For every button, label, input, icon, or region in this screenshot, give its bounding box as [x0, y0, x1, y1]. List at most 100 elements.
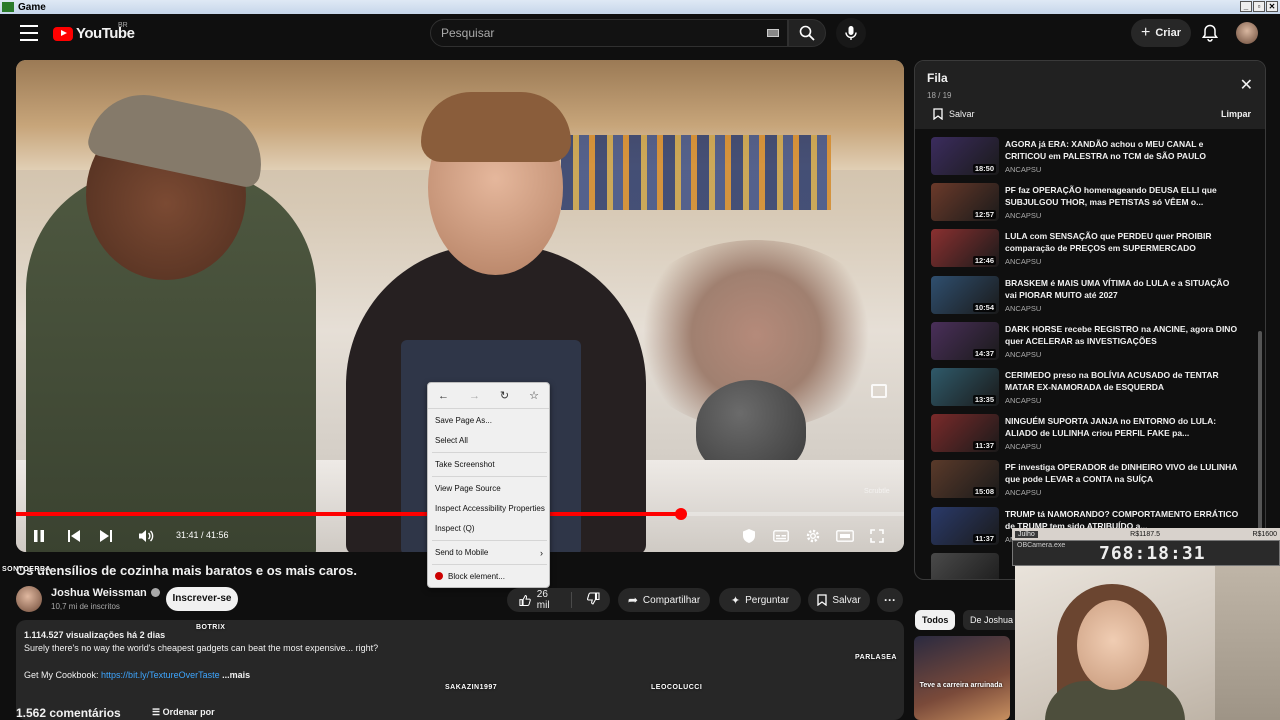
notifications-bell-icon[interactable] — [1199, 22, 1221, 44]
menu-item-take-screenshot[interactable]: Take Screenshot — [435, 458, 547, 472]
like-count: 26 mil — [536, 589, 550, 611]
back-arrow-icon[interactable]: ← — [438, 390, 449, 402]
verified-icon — [150, 588, 160, 597]
queue-scrollbar[interactable] — [1258, 331, 1262, 531]
description-box[interactable]: 1.114.527 visualizações há 2 dias Surely… — [16, 620, 904, 720]
camera-window-label: OBCamera.exe — [1017, 542, 1066, 549]
menu-item-inspect-accessibility[interactable]: Inspect Accessibility Properties — [435, 502, 547, 516]
chip-all[interactable]: Todos — [915, 610, 956, 630]
queue-clear-button[interactable]: Limpar — [1221, 109, 1251, 119]
close-window-button[interactable]: ✕ — [1266, 1, 1278, 12]
share-arrow-icon: ➦ — [627, 593, 638, 607]
miniplayer-icon[interactable] — [871, 384, 887, 398]
next-icon[interactable] — [95, 525, 117, 547]
show-more-link[interactable]: ...mais — [222, 670, 250, 680]
keyboard-icon[interactable] — [767, 29, 779, 37]
subscribe-button[interactable]: Inscrever-se — [166, 587, 238, 611]
queue-save-button[interactable]: Salvar — [933, 108, 975, 120]
sort-label: Ordenar por — [162, 707, 215, 717]
sponsor-shield-icon[interactable] — [738, 525, 760, 547]
voice-search-button[interactable] — [836, 18, 866, 48]
chip-from-channel[interactable]: De Joshua — [963, 610, 1021, 630]
hamburger-menu-icon[interactable] — [20, 25, 38, 41]
chat-overlay-name: BOTRIX — [196, 624, 226, 631]
stream-user: Julho — [1015, 530, 1038, 538]
queue-item[interactable]: 12:57 PF faz OPERAÇÃO homenageando DEUSA … — [931, 183, 1251, 227]
queue-thumbnail: 41:57 — [931, 552, 999, 579]
menu-item-save-page[interactable]: Save Page As... — [435, 414, 547, 428]
queue-thumbnail: 18:50 — [931, 137, 999, 175]
recommended-short[interactable]: Teve a carreira arruinada — [914, 636, 1010, 720]
bookmark-star-icon[interactable]: ☆ — [529, 389, 539, 402]
queue-item-channel: ANCAPSU — [1005, 257, 1042, 267]
description-cookbook: Get My Cookbook: https://bit.ly/TextureO… — [24, 670, 250, 680]
dislike-button[interactable] — [577, 592, 610, 608]
reload-icon[interactable]: ↻ — [500, 389, 509, 402]
search-input[interactable] — [431, 20, 751, 46]
save-bookmark-icon — [933, 108, 943, 120]
progress-fill — [16, 512, 682, 516]
stream-money-left: R$1187.5 — [1130, 530, 1161, 538]
queue-item[interactable]: 13:35 CERIMEDO preso na BOLÍVIA ACUSADO d… — [931, 368, 1251, 412]
save-bookmark-icon — [817, 594, 827, 606]
ask-button[interactable]: ✦ Perguntar — [719, 588, 801, 612]
forward-arrow-icon[interactable]: → — [469, 390, 480, 402]
menu-separator — [432, 540, 547, 541]
menu-item-send-to-mobile[interactable]: Send to Mobile › — [435, 546, 547, 560]
save-video-button[interactable]: Salvar — [808, 588, 870, 612]
previous-icon[interactable] — [63, 525, 85, 547]
like-button[interactable]: 26 mil — [507, 589, 572, 611]
menu-item-block-element[interactable]: Block element... — [435, 570, 547, 584]
cookbook-prefix: Get My Cookbook: — [24, 670, 102, 680]
more-actions-button[interactable]: ··· — [877, 588, 903, 612]
search-button[interactable] — [788, 19, 826, 47]
logo-region: BR — [118, 22, 128, 29]
more-dots-icon: ··· — [884, 593, 896, 607]
channel-avatar[interactable] — [16, 586, 42, 612]
block-element-label: Block element... — [448, 572, 505, 581]
youtube-logo[interactable]: YouTube BR — [53, 22, 135, 42]
queue-title: Fila — [927, 71, 948, 85]
queue-item[interactable]: 14:37 DARK HORSE recebe REGISTRO na ANCIN… — [931, 321, 1251, 366]
description-text: Surely there's no way the world's cheape… — [24, 643, 379, 653]
maximize-button[interactable]: ▫ — [1253, 1, 1265, 12]
queue-item[interactable]: 11:37 NINGUÉM SUPORTA JANJA no ENTORNO do… — [931, 414, 1251, 458]
progress-scrubber[interactable] — [675, 508, 688, 520]
menu-separator — [432, 564, 547, 565]
send-to-mobile-label: Send to Mobile — [435, 548, 489, 557]
video-title: Os utensílios de cozinha mais baratos e … — [16, 563, 358, 578]
subtitles-icon[interactable] — [770, 525, 792, 547]
menu-item-view-source[interactable]: View Page Source — [435, 482, 547, 496]
minimize-button[interactable]: _ — [1240, 1, 1252, 12]
account-avatar[interactable] — [1236, 22, 1258, 44]
close-icon[interactable]: ✕ — [1240, 75, 1253, 95]
fullscreen-icon[interactable] — [866, 525, 888, 547]
queue-item-title: DARK HORSE recebe REGISTRO na ANCINE, ag… — [1005, 323, 1238, 346]
theater-mode-icon[interactable] — [834, 525, 856, 547]
queue-thumbnail: 10:54 — [931, 275, 999, 314]
settings-gear-icon[interactable] — [802, 525, 824, 547]
queue-item-title: BRASKEM é MAIS UMA VÍTIMA do LULA e a SI… — [1005, 277, 1230, 300]
channel-name[interactable]: Joshua Weissman — [51, 587, 160, 599]
sort-comments-button[interactable]: ☰ Ordenar por — [152, 707, 215, 718]
queue-duration: 10:54 — [972, 302, 996, 312]
queue-item[interactable]: 15:08 PF investiga OPERADOR de DINHEIRO V… — [931, 460, 1251, 504]
menu-item-inspect[interactable]: Inspect (Q) — [435, 522, 547, 536]
subscriber-count: 10,7 mi de inscritos — [51, 602, 120, 611]
menu-item-select-all[interactable]: Select All — [435, 434, 547, 448]
queue-item[interactable]: 10:54 BRASKEM é MAIS UMA VÍTIMA do LULA e… — [931, 275, 1251, 320]
pause-icon[interactable] — [28, 525, 50, 547]
create-label: Criar — [1155, 27, 1182, 39]
chat-overlay-name: SONTOERBA — [2, 566, 52, 573]
queue-item[interactable]: 18:50 AGORA já ERA: XANDÃO achou o MEU CA… — [931, 137, 1251, 181]
queue-item-title: CERIMEDO preso na BOLÍVIA ACUSADO de TEN… — [1005, 370, 1219, 392]
create-button[interactable]: + Criar — [1131, 19, 1191, 47]
cookbook-link[interactable]: https://bit.ly/TextureOverTaste — [101, 670, 220, 680]
volume-icon[interactable] — [135, 525, 157, 547]
share-button[interactable]: ➦ Compartilhar — [618, 588, 710, 612]
youtube-play-icon — [53, 26, 73, 41]
queue-item[interactable]: 12:46 LULA com SENSAÇÃO que PERDEU quer P… — [931, 229, 1251, 273]
ask-label: Perguntar — [745, 594, 790, 606]
menu-separator — [432, 452, 547, 453]
chat-overlay-name: SAKAZIN1997 — [445, 684, 498, 691]
